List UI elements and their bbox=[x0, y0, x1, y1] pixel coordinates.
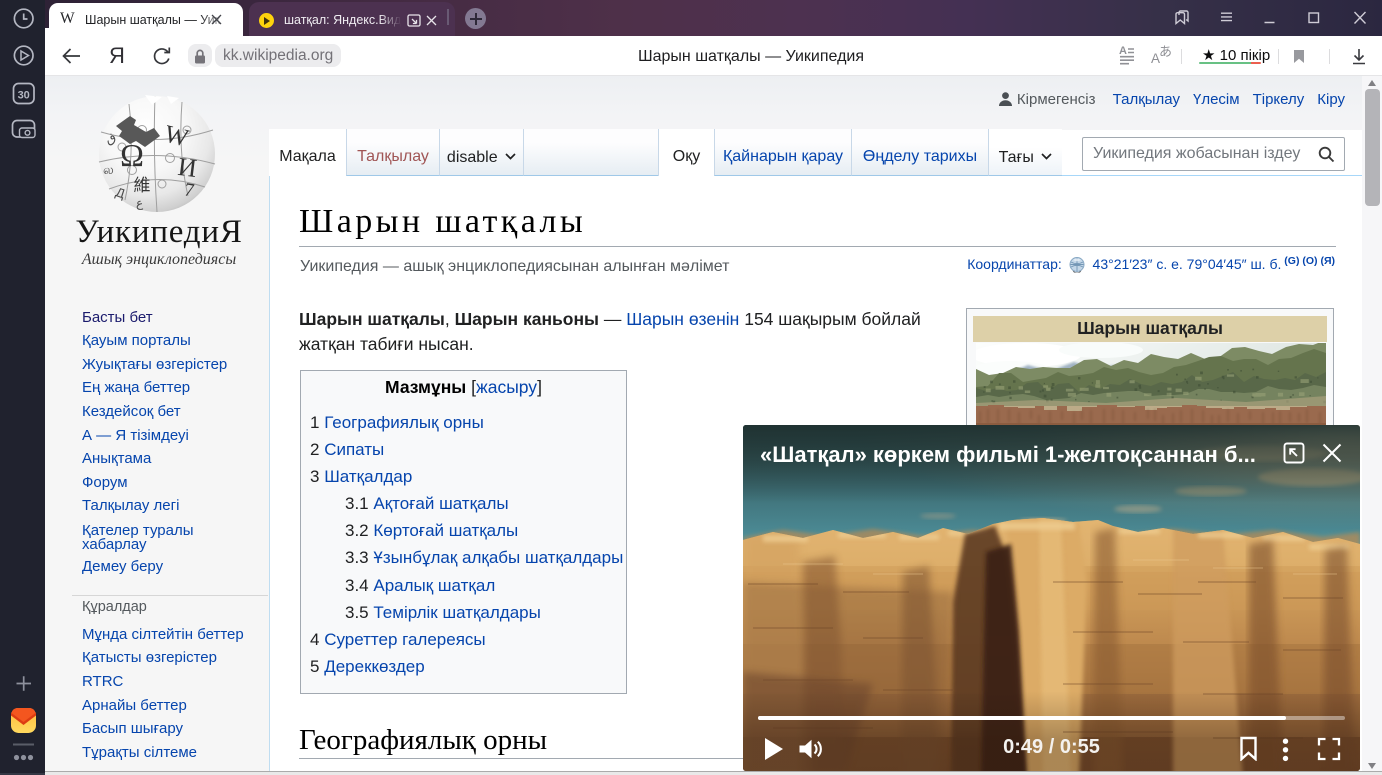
svg-text:30: 30 bbox=[18, 90, 30, 102]
svg-text:あ: あ bbox=[1159, 44, 1171, 59]
svg-text:Ω: Ω bbox=[120, 137, 144, 173]
svg-text:И: И bbox=[176, 152, 198, 183]
svg-text:ல: ல bbox=[103, 162, 114, 177]
svg-text:維: 維 bbox=[134, 176, 151, 195]
svg-text:ع: ع bbox=[136, 196, 144, 210]
svg-text:A: A bbox=[1119, 45, 1127, 57]
